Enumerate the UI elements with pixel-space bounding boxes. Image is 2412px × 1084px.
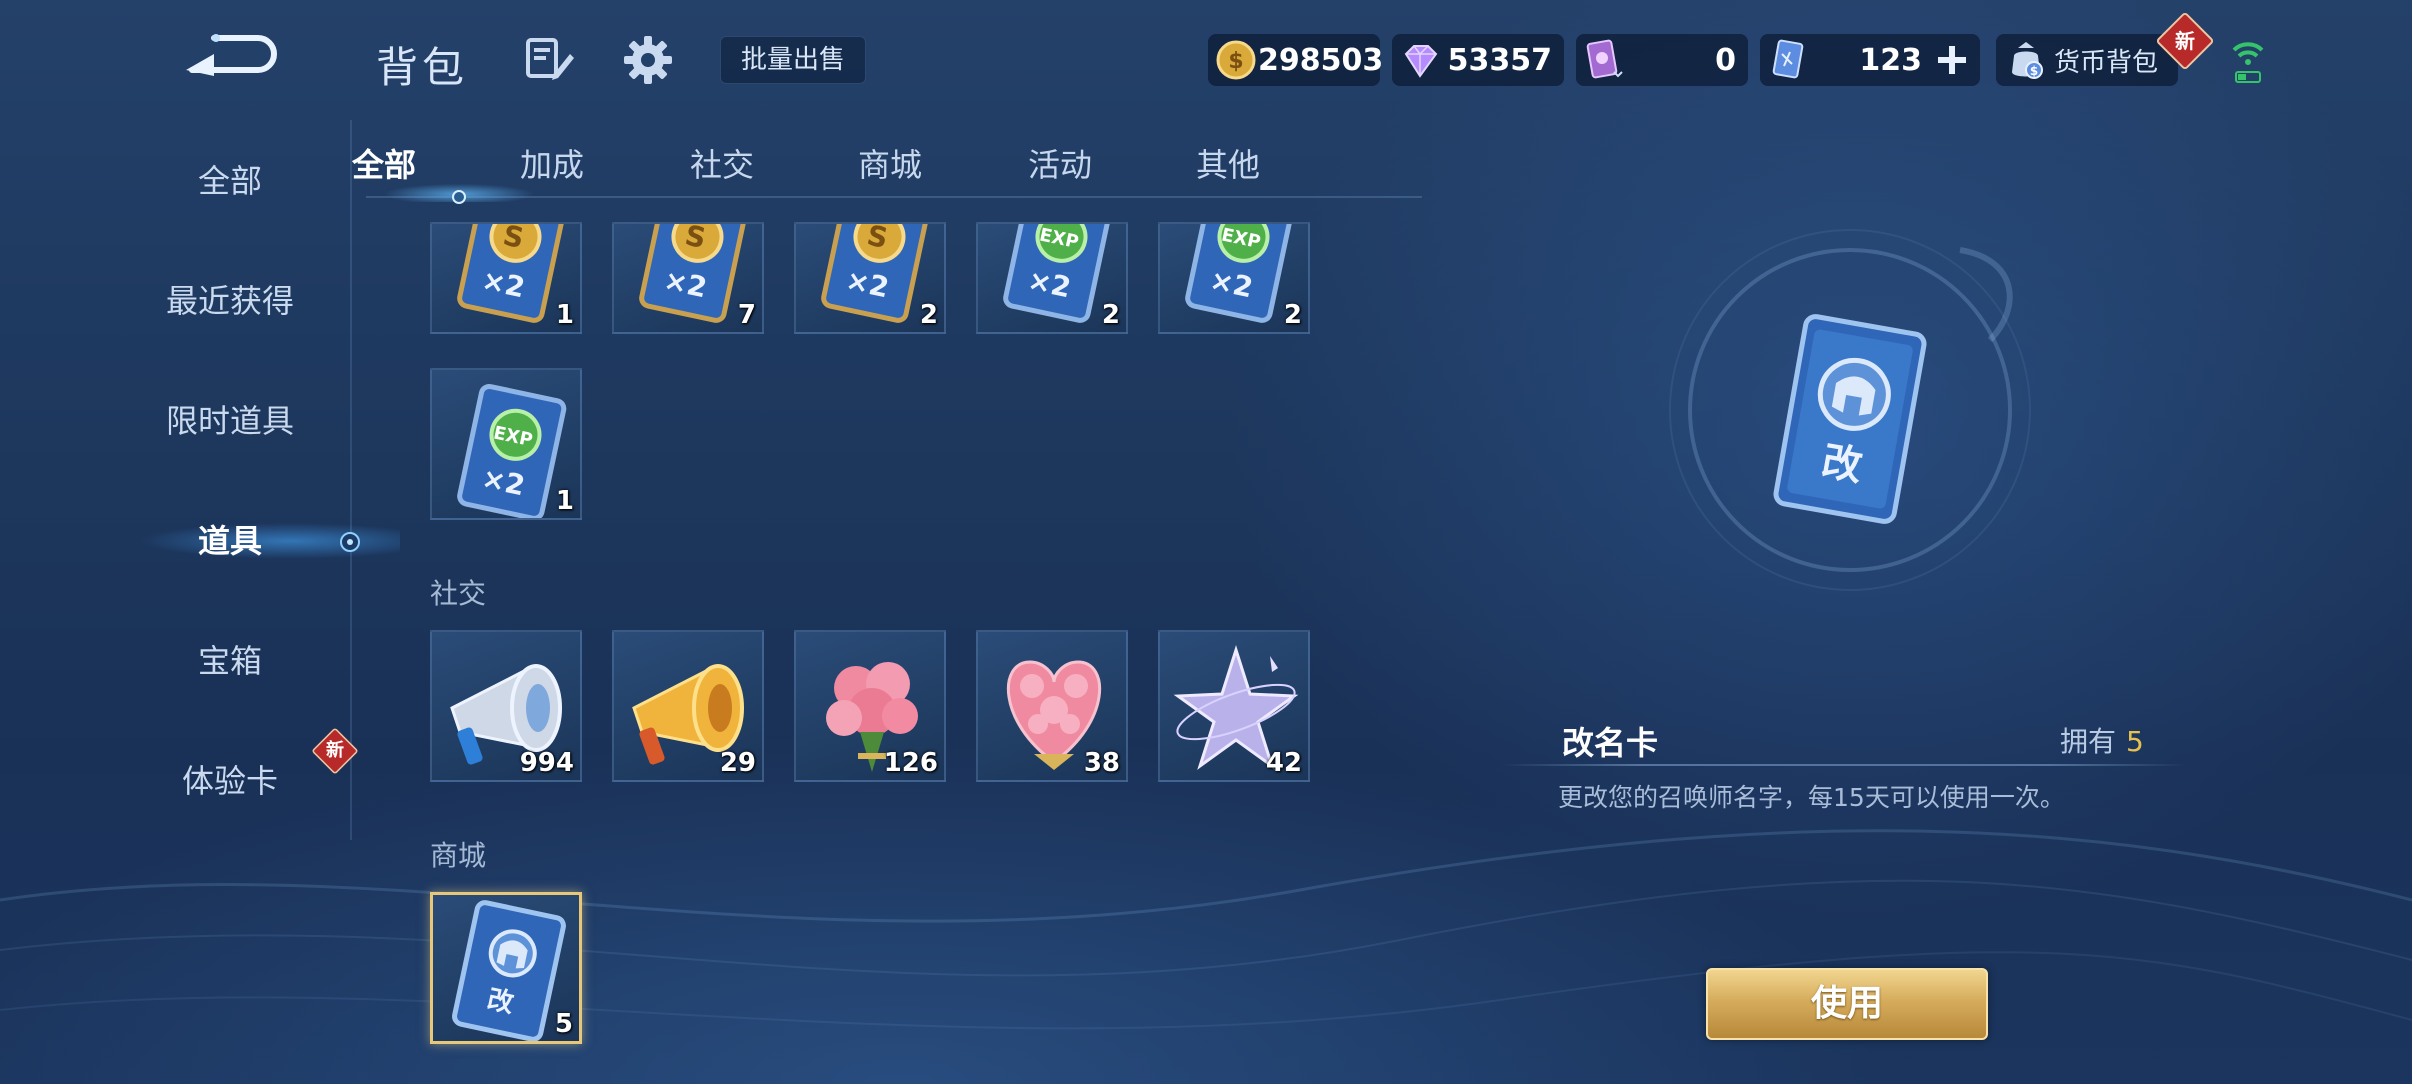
wallet-label: 货币背包 — [2054, 47, 2159, 78]
inventory-item[interactable]: S ×2 7 — [612, 222, 764, 334]
inventory-item[interactable]: EXP ×2 2 — [1158, 222, 1310, 334]
owned-count: 拥有 5 — [2060, 720, 2144, 760]
inventory-item[interactable]: 38 — [976, 630, 1128, 782]
rename-card-preview-icon: 改 — [1773, 314, 1927, 524]
inventory-item[interactable]: 126 — [794, 630, 946, 782]
gear-icon — [624, 36, 672, 84]
tab-1[interactable]: 加成 — [472, 140, 632, 190]
back-arrow-icon — [186, 34, 277, 76]
sidebar-active-indicator — [340, 532, 360, 552]
item-count: 5 — [554, 1009, 573, 1039]
wifi-icon — [2232, 42, 2264, 83]
item-count: 126 — [883, 748, 938, 778]
section-label-social: 社交 — [430, 577, 487, 610]
edit-button[interactable] — [524, 36, 576, 84]
item-count: 994 — [519, 748, 574, 778]
detail-card-text: 改 — [1818, 438, 1865, 490]
item-count: 38 — [1083, 748, 1120, 778]
tab-active-indicator — [452, 190, 466, 204]
sidebar-new-badge: 新 — [311, 727, 359, 775]
tab-2[interactable]: 社交 — [642, 140, 802, 190]
bulk-sell-button[interactable]: 批量出售 — [720, 36, 866, 84]
item-count: 2 — [1283, 300, 1302, 330]
gold-coin-icon: $ — [1216, 40, 1256, 80]
owned-number: 5 — [2126, 725, 2144, 758]
detail-divider — [1500, 764, 2186, 766]
item-count: 1 — [555, 486, 574, 516]
inventory-item[interactable]: 994 — [430, 630, 582, 782]
skin-fragment-icon — [1772, 39, 1804, 79]
tab-5[interactable]: 其他 — [1148, 140, 1308, 190]
owned-label: 拥有 — [2060, 725, 2117, 758]
inventory-item[interactable]: S ×2 2 — [794, 222, 946, 334]
inventory-item[interactable]: EXP ×2 1 — [430, 368, 582, 520]
detail-item-name: 改名卡 — [1562, 724, 1659, 762]
plus-icon[interactable] — [1934, 42, 1970, 78]
inventory-item[interactable]: 29 — [612, 630, 764, 782]
tab-4[interactable]: 活动 — [980, 140, 1140, 190]
section-label-shop: 商城 — [430, 839, 487, 872]
money-bag-icon: $ — [2012, 42, 2043, 79]
sidebar-item-2[interactable]: 限时道具 — [60, 386, 400, 456]
diamond-value: 53357 — [1447, 42, 1552, 78]
item-count: 42 — [1265, 748, 1302, 778]
use-button[interactable]: 使用 — [1706, 968, 1988, 1040]
tab-3[interactable]: 商城 — [810, 140, 970, 190]
sidebar-item-1[interactable]: 最近获得 — [60, 266, 400, 336]
wallet-new-badge: 新 — [2155, 11, 2215, 71]
inventory-item[interactable]: 改5 — [430, 892, 582, 1044]
currency-wallet-button[interactable]: $ 货币背包 — [1996, 34, 2178, 86]
hero-ticket-value: 0 — [1715, 42, 1736, 78]
detail-description: 更改您的召唤师名字，每15天可以使用一次。 — [1558, 783, 2065, 812]
item-count: 7 — [737, 300, 756, 330]
diamond-counter: 53357 — [1392, 34, 1564, 86]
skin-fragment-value: 123 — [1859, 42, 1922, 78]
inventory-item[interactable]: 42 — [1158, 630, 1310, 782]
skin-fragment-counter: 123 — [1760, 34, 1980, 86]
item-count: 2 — [919, 300, 938, 330]
settings-button[interactable] — [622, 34, 674, 86]
tab-0[interactable]: 全部 — [304, 140, 464, 190]
back-button[interactable] — [180, 28, 280, 84]
gold-coin-value: 298503 — [1258, 42, 1384, 78]
svg-text:$: $ — [2030, 64, 2038, 78]
item-count: 29 — [719, 748, 756, 778]
diamond-icon — [1404, 45, 1438, 78]
background-wave — [0, 829, 2412, 1030]
inventory-item[interactable]: EXP ×2 2 — [976, 222, 1128, 334]
item-count: 1 — [555, 300, 574, 330]
page-title: 背包 — [376, 43, 469, 92]
item-count: 2 — [1101, 300, 1120, 330]
svg-text:$: $ — [1228, 49, 1243, 74]
hero-ticket-counter[interactable]: 0 — [1576, 34, 1748, 86]
gold-coin-counter: $ 298503 — [1208, 34, 1383, 86]
hero-ticket-icon — [1586, 39, 1623, 79]
sidebar-item-4[interactable]: 宝箱 — [60, 626, 400, 696]
inventory-item[interactable]: S ×2 1 — [430, 222, 582, 334]
edit-icon — [526, 38, 574, 80]
